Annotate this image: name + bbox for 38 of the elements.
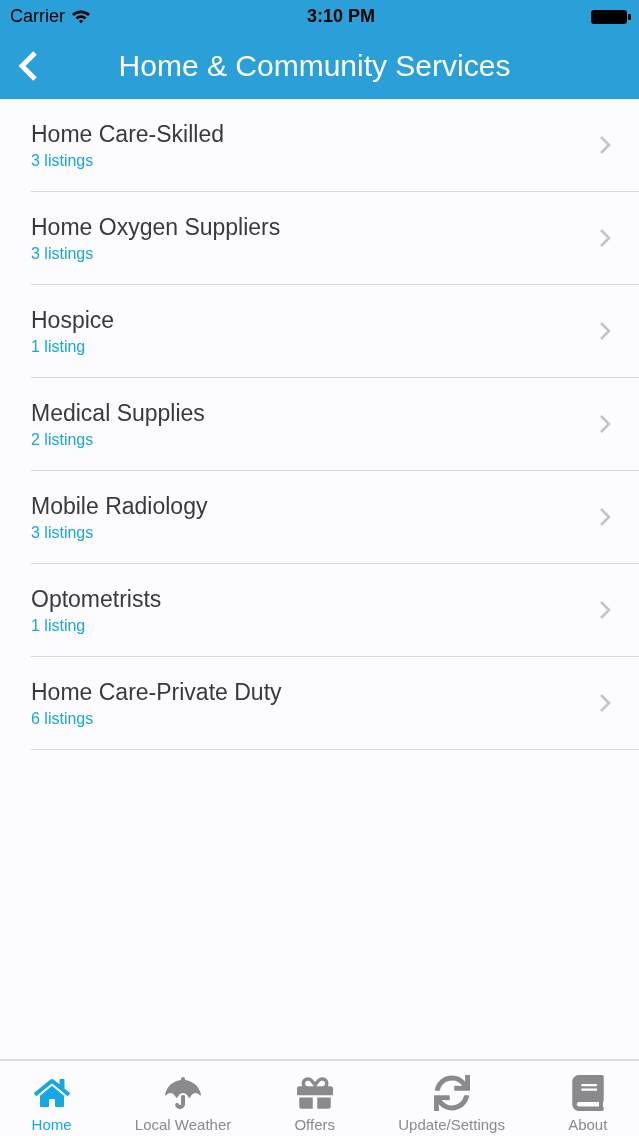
chevron-icon <box>599 228 611 248</box>
listing-count: 1 listing <box>31 337 87 356</box>
category-name: Medical Supplies <box>31 399 206 427</box>
book-icon <box>569 1075 606 1111</box>
category-row[interactable]: Optometrists 1 listing <box>31 564 639 657</box>
chevron-icon <box>599 507 611 527</box>
category-row[interactable]: Home Care-Private Duty 6 listings <box>31 657 639 750</box>
listing-count: 1 listing <box>31 616 87 635</box>
category-name: Home Care-Skilled <box>31 120 225 148</box>
refresh-icon <box>433 1075 470 1111</box>
chevron-icon <box>599 414 611 434</box>
carrier-name: Carrier <box>10 6 65 27</box>
listing-count: 3 listings <box>31 244 95 263</box>
category-row[interactable]: Home Care-Skilled 3 listings <box>31 99 639 192</box>
chevron-icon <box>599 693 611 713</box>
chevron-icon <box>599 321 611 341</box>
umbrella-icon <box>165 1075 201 1111</box>
category-row[interactable]: Mobile Radiology 3 listings <box>31 471 639 564</box>
gift-icon <box>296 1075 333 1111</box>
listing-count: 3 listings <box>31 523 95 542</box>
listing-count: 3 listings <box>31 151 95 170</box>
wifi-icon <box>71 9 91 24</box>
back-icon[interactable] <box>18 50 38 82</box>
page-title: Home & Community Services <box>117 49 512 83</box>
category-name: Home Oxygen Suppliers <box>31 213 282 241</box>
category-name: Mobile Radiology <box>31 492 209 520</box>
category-name: Optometrists <box>31 585 163 613</box>
listing-count: 6 listings <box>31 709 95 728</box>
category-name: Hospice <box>31 306 116 334</box>
chevron-icon <box>599 135 611 155</box>
category-row[interactable]: Home Oxygen Suppliers 3 listings <box>31 192 639 285</box>
chevron-icon <box>599 600 611 620</box>
category-row[interactable]: Hospice 1 listing <box>31 285 639 378</box>
battery-icon <box>591 8 631 25</box>
category-name: Home Care-Private Duty <box>31 678 283 706</box>
category-row[interactable]: Medical Supplies 2 listings <box>31 378 639 471</box>
status-time: 3:10 PM <box>307 6 375 27</box>
listing-count: 2 listings <box>31 430 95 449</box>
